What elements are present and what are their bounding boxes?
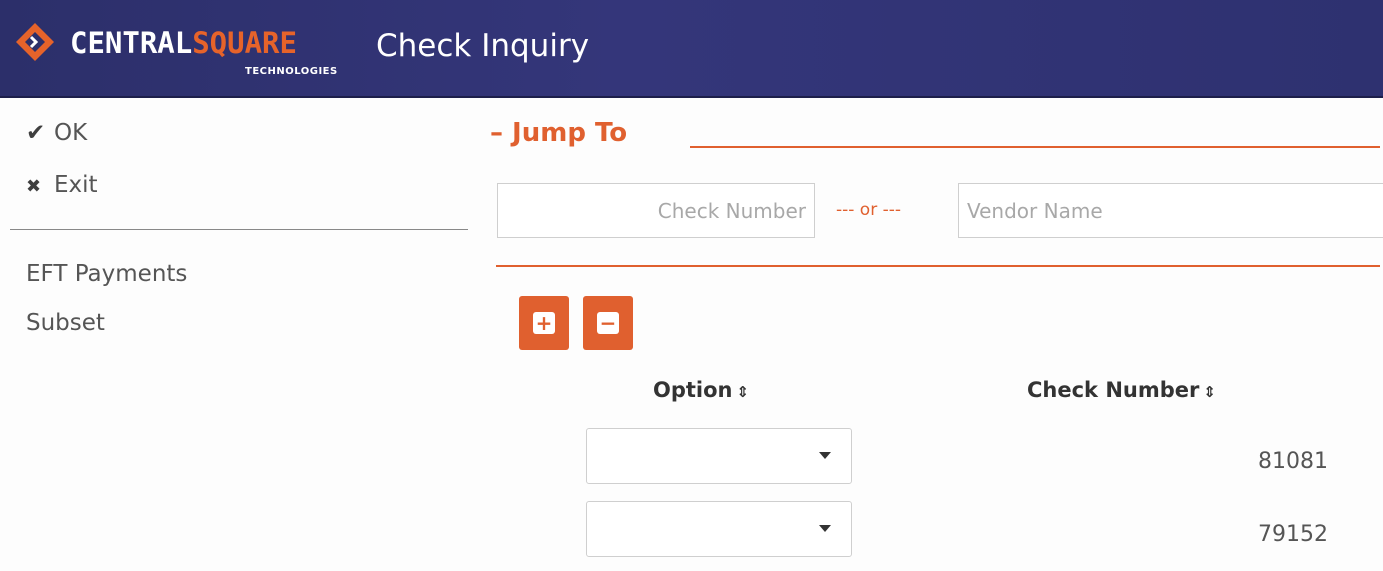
plus-icon: + [533,312,555,334]
centralsquare-logo-icon [16,23,54,61]
chevron-down-icon [819,452,831,459]
app-header: CENTRALSQUARE TECHNOLOGIES Check Inquiry [0,0,1383,98]
column-header-option-label: Option [653,378,733,402]
check-icon: ✔ [26,120,46,146]
brand-square: SQUARE [192,26,297,60]
vendor-name-input[interactable] [958,183,1383,238]
check-number-input[interactable] [497,183,815,238]
check-number-cell: 79152 [1258,522,1328,547]
ok-label: OK [54,120,88,146]
column-header-check-number-label: Check Number [1027,378,1200,402]
brand-subtitle: TECHNOLOGIES [245,66,338,77]
exit-label: Exit [54,172,98,198]
sort-icon: ⇕ [736,383,750,401]
sidebar-item-eft-payments[interactable]: EFT Payments [26,261,187,287]
check-number-cell: 81081 [1258,449,1328,474]
column-header-option[interactable]: Option ⇕ [653,378,749,402]
remove-row-button[interactable]: − [583,296,633,350]
brand-name: CENTRALSQUARE [70,26,297,60]
jump-to-rule [690,146,1380,148]
close-icon: ✖ [26,176,42,197]
column-header-check-number[interactable]: Check Number ⇕ [1027,378,1216,402]
option-select[interactable] [586,428,852,484]
brand-central: CENTRAL [70,26,193,60]
option-select[interactable] [586,501,852,557]
sort-icon: ⇕ [1203,383,1216,401]
page-title: Check Inquiry [376,28,590,64]
exit-button[interactable]: ✖ Exit [26,172,98,198]
jump-to-heading: – Jump To [490,118,628,148]
sidebar-divider [10,229,468,230]
jump-to-bottom-rule [496,265,1380,267]
or-separator: --- or --- [836,200,902,220]
ok-button[interactable]: ✔ OK [26,120,87,146]
chevron-down-icon [819,525,831,532]
sidebar-item-subset[interactable]: Subset [26,310,105,336]
minus-icon: − [597,312,619,334]
add-row-button[interactable]: + [519,296,569,350]
